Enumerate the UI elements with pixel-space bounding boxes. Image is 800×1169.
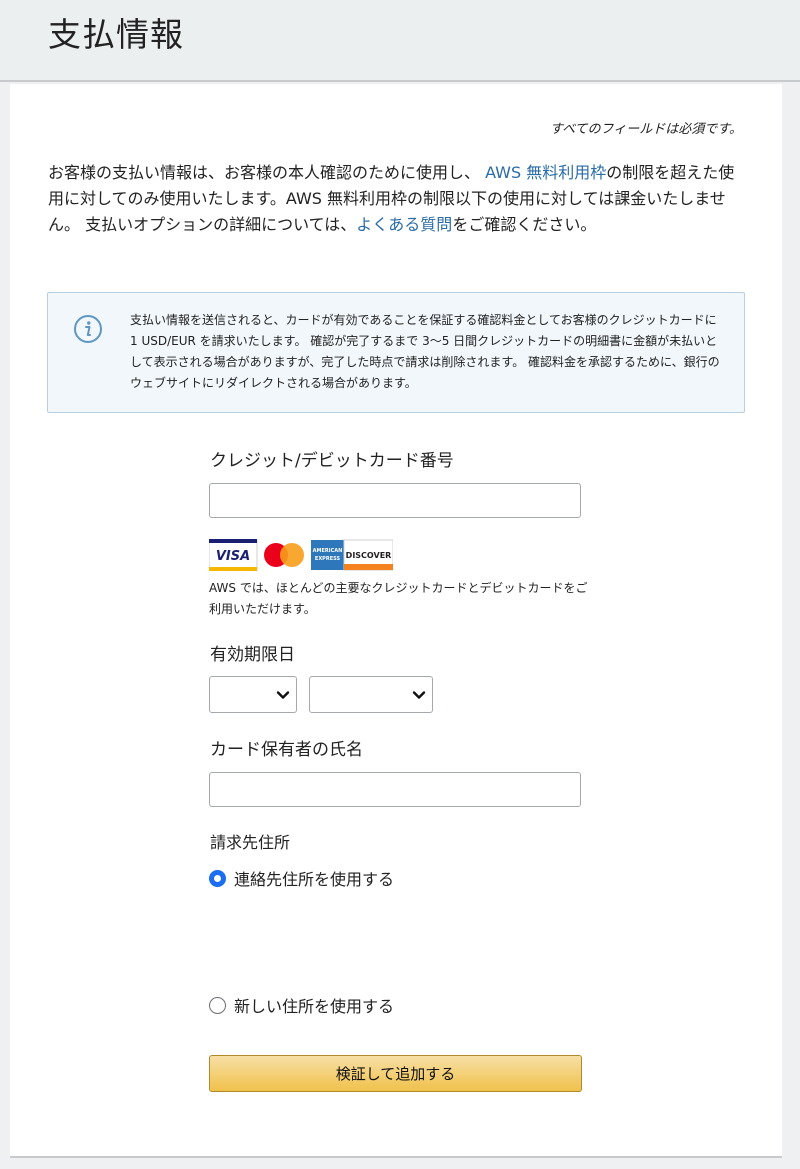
- page-title: 支払情報: [48, 15, 184, 54]
- free-tier-link[interactable]: AWS 無料利用枠: [485, 163, 606, 182]
- expiry-label: 有効期限日: [210, 645, 295, 665]
- visa-logo-text: VISA: [216, 549, 250, 564]
- card-number-input[interactable]: [209, 483, 581, 518]
- payment-form-card: すべてのフィールドは必須です。 お客様の支払い情報は、お客様の本人確認のために使…: [10, 84, 782, 1158]
- amex-logo-text-1: AMERICAN: [313, 548, 343, 554]
- card-number-label: クレジット/デビットカード番号: [210, 451, 454, 471]
- chevron-down-icon: [412, 691, 426, 699]
- billing-option-contact-label: 連絡先住所を使用する: [234, 870, 395, 889]
- billing-address-label: 請求先住所: [210, 833, 291, 852]
- intro-text-1: お客様の支払い情報は、お客様の本人確認のために使用し、: [48, 163, 481, 182]
- amex-logo-text-2: EXPRESS: [315, 556, 341, 562]
- verification-info-box: 支払い情報を送信されると、カードが有効であることを保証する確認料金としてお客様の…: [47, 292, 745, 413]
- billing-option-new[interactable]: 新しい住所を使用する: [209, 993, 394, 1017]
- intro-text-3: をご確認ください。: [452, 215, 597, 234]
- info-text: 支払い情報を送信されると、カードが有効であることを保証する確認料金としてお客様の…: [130, 313, 720, 390]
- expiry-year-select[interactable]: [309, 676, 433, 713]
- page-header: 支払情報: [0, 0, 800, 82]
- cardholder-name-input[interactable]: [209, 772, 581, 807]
- verify-and-add-button[interactable]: 検証して追加する: [209, 1055, 582, 1092]
- faq-link[interactable]: よくある質問: [356, 215, 452, 234]
- intro-paragraph: お客様の支払い情報は、お客様の本人確認のために使用し、 AWS 無料利用枠の制限…: [48, 160, 748, 238]
- radio-selected-icon[interactable]: [209, 869, 226, 887]
- chevron-down-icon: [276, 691, 290, 699]
- discover-logo-text: DISCOVER: [346, 551, 392, 560]
- required-fields-note: すべてのフィールドは必須です。: [549, 122, 742, 137]
- billing-option-contact[interactable]: 連絡先住所を使用する: [209, 866, 394, 890]
- payment-page: 支払情報 すべてのフィールドは必須です。 お客様の支払い情報は、お客様の本人確認…: [0, 0, 800, 1169]
- card-brands-icon: VISA AMERICAN EXPRESS DISCOVER: [209, 539, 393, 571]
- card-brand-logos: VISA AMERICAN EXPRESS DISCOVER: [209, 539, 393, 571]
- expiry-month-select[interactable]: [209, 676, 297, 713]
- accepted-cards-note: AWS では、ほとんどの主要なクレジットカードとデビットカードをご利用いただけま…: [209, 581, 588, 616]
- cardholder-label: カード保有者の氏名: [210, 740, 363, 760]
- billing-option-new-label: 新しい住所を使用する: [234, 997, 395, 1016]
- info-icon: [74, 315, 102, 343]
- radio-unselected-icon[interactable]: [209, 996, 226, 1014]
